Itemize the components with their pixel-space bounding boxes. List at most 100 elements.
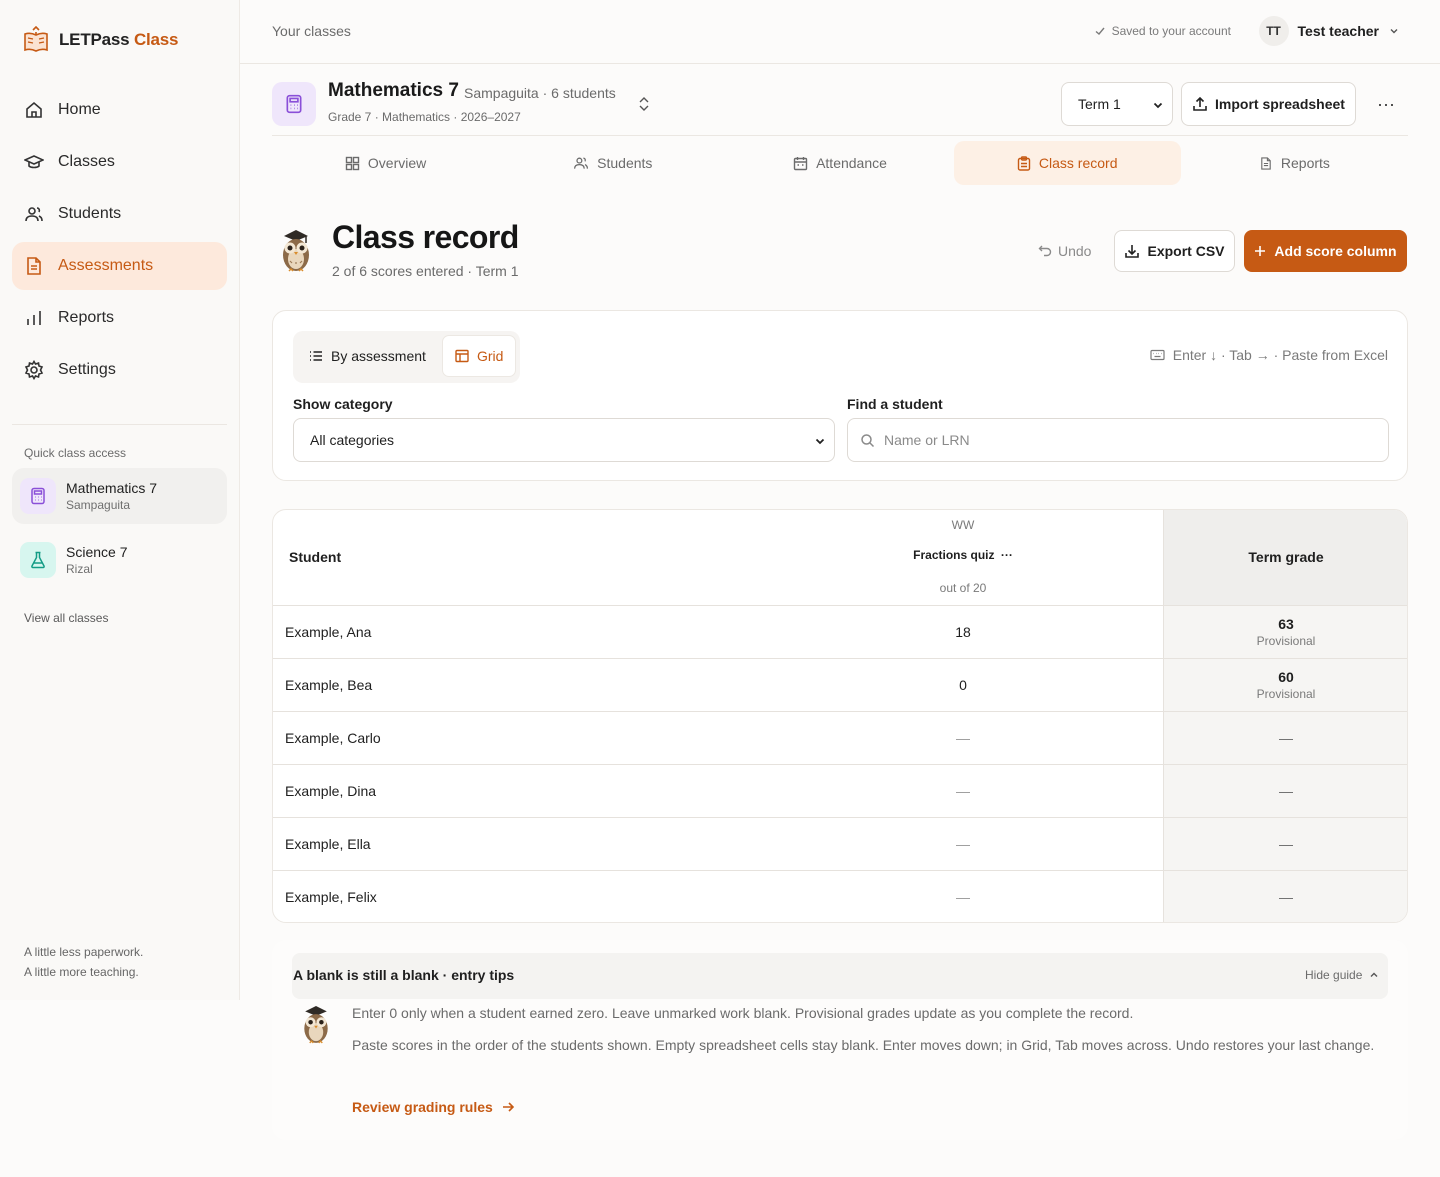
term-grade-cell: — [1279,889,1293,905]
view-grid-label: Grid [476,348,504,364]
tab-label: Students [597,155,653,171]
class-record-table: Student WW Fractions quiz ··· out of 20 … [272,509,1408,923]
max-score: out of 20 [939,581,987,595]
upload-icon [1193,96,1207,111]
tagline-line: A little more teaching. [24,965,139,979]
table-row: Example, Dina — — [273,765,1407,818]
import-spreadsheet-button[interactable]: Import spreadsheet [1181,82,1356,126]
graduation-cap-icon [24,155,44,169]
clipboard-icon [1017,155,1031,171]
export-csv-button[interactable]: Export CSV [1114,230,1235,272]
table-row: Example, Felix — — [273,871,1407,922]
assessment-menu-icon[interactable]: ··· [1001,548,1013,562]
switch-class-icon[interactable] [637,96,651,112]
tab-label: Reports [1280,155,1330,171]
sidebar: LETPass Class Home Classes Students Asse… [0,0,240,1000]
view-toggle: By assessment Grid [293,331,521,383]
export-label: Export CSV [1147,243,1225,259]
table-row: Example, Ana 18 63 Provisional [273,606,1407,659]
score-cell[interactable]: — [913,783,1013,799]
tab-overview[interactable]: Overview [272,141,499,185]
nav-item-assessments[interactable]: Assessments [12,242,227,290]
undo-label: Undo [1058,243,1092,259]
assessment-column-header[interactable]: Fractions quiz ··· [873,548,1053,562]
term-select-value: Term 1 [1078,96,1121,112]
tab-label: Attendance [816,155,887,171]
owl-mascot-icon [283,230,309,272]
term-grade-cell: 60 Provisional [1163,669,1407,701]
score-cell[interactable]: 0 [913,677,1013,693]
hide-guide-button[interactable]: Hide guide [1305,968,1380,982]
gear-icon [24,360,44,380]
student-search-input[interactable]: Name or LRN [847,418,1389,462]
nav-label: Classes [58,153,115,170]
class-meta: Sampaguita · 6 students [464,85,616,101]
add-score-column-button[interactable]: Add score column [1244,230,1407,272]
import-label: Import spreadsheet [1215,96,1345,112]
view-by-assessment-button[interactable]: By assessment [297,335,438,377]
search-label: Find a student [847,396,943,412]
undo-button[interactable]: Undo [1030,230,1099,272]
quick-class-science[interactable]: Science 7 Rizal [12,532,227,588]
table-row: Example, Carlo — — [273,712,1407,765]
view-by-assessment-label: By assessment [331,348,426,364]
book-logo-icon [24,26,48,52]
view-all-classes-link[interactable]: View all classes [24,611,108,625]
search-icon [861,433,875,447]
search-placeholder: Name or LRN [884,432,970,448]
score-cell[interactable]: 18 [913,624,1013,640]
category-select[interactable]: All categories [293,418,835,462]
term-select[interactable]: Term 1 [1061,82,1173,126]
keyboard-icon [1150,349,1165,361]
users-icon [25,207,43,222]
calculator-icon [272,82,316,126]
chevron-down-icon [1390,29,1398,34]
quick-class-section: Rizal [66,562,93,576]
student-column-header: Student [289,549,342,565]
user-menu[interactable]: TT Test teacher [1258,16,1400,46]
score-cell[interactable]: — [913,730,1013,746]
score-cell[interactable]: — [913,836,1013,852]
term-grade-status: Provisional [1256,634,1316,648]
term-grade-status: Provisional [1256,687,1316,701]
nav-item-home[interactable]: Home [12,86,227,134]
nav-label: Home [58,101,101,118]
breadcrumb[interactable]: Your classes [272,23,351,39]
nav-item-reports[interactable]: Reports [12,294,227,342]
tab-reports[interactable]: Reports [1181,141,1408,185]
tab-attendance[interactable]: Attendance [726,141,953,185]
more-options-button[interactable]: ··· [1370,90,1402,118]
avatar: TT [1258,16,1289,46]
list-icon [310,351,322,361]
student-name: Example, Carlo [285,730,381,746]
page-title: Class record [332,219,519,255]
quick-class-name: Science 7 [66,544,128,560]
calculator-icon [20,478,56,514]
term-grade-header: Term grade [1248,549,1324,565]
nav-label: Assessments [58,257,154,274]
nav-label: Reports [58,309,115,326]
brand-logo[interactable]: LETPass Class [22,26,179,54]
student-name: Example, Felix [285,889,377,905]
view-grid-button[interactable]: Grid [441,335,517,377]
document-icon [27,257,41,275]
term-grade-cell: 63 Provisional [1163,616,1407,648]
tab-class-record[interactable]: Class record [953,141,1181,185]
nav-item-students[interactable]: Students [12,190,227,238]
nav-item-settings[interactable]: Settings [12,346,227,394]
table-header: Student WW Fractions quiz ··· out of 20 … [273,510,1407,606]
nav-item-classes[interactable]: Classes [12,138,227,186]
tab-students[interactable]: Students [499,141,726,185]
table-icon [455,349,469,363]
term-grade-cell: — [1279,836,1293,852]
term-grade-value: 63 [1278,616,1294,632]
grid-icon [345,156,360,170]
check-icon [1095,27,1105,35]
chevron-down-icon [815,438,825,445]
score-cell[interactable]: — [913,889,1013,905]
category-label: Show category [293,396,393,412]
review-grading-rules-link[interactable]: Review grading rules [352,1099,515,1115]
class-subtitle: Grade 7 · Mathematics · 2026–2027 [328,110,521,124]
quick-class-mathematics[interactable]: Mathematics 7 Sampaguita [12,468,227,524]
hide-guide-label: Hide guide [1305,968,1363,982]
